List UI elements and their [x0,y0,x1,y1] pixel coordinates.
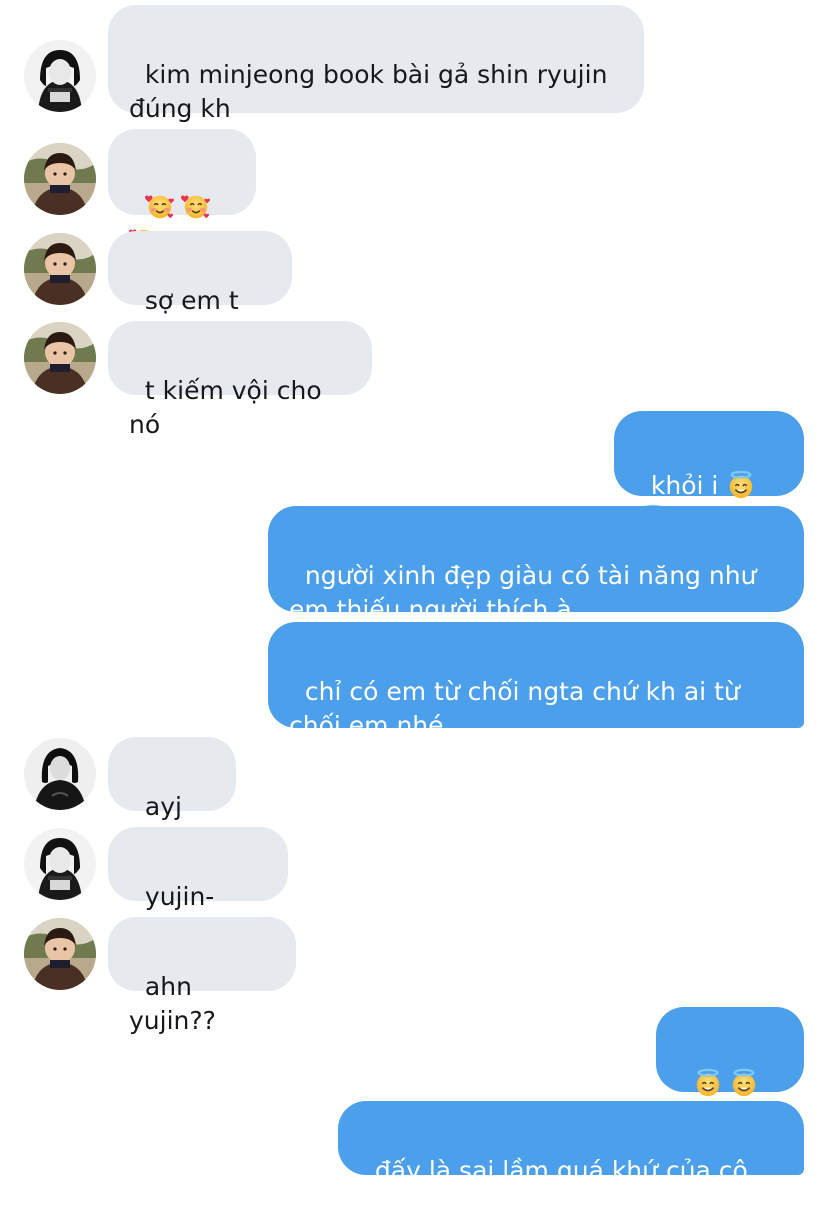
message-bubble-outgoing[interactable]: khỏi i [614,411,804,496]
smiling-face-with-halo-icon [693,1068,723,1098]
message-bubble-outgoing[interactable]: chỉ có em từ chối ngta chứ kh ai từ chối… [268,622,804,740]
profile-photo-icon [24,322,96,394]
avatar-sender-2[interactable] [24,918,96,990]
message-text: t kiếm vội cho nó [129,376,330,439]
message-bubble-incoming[interactable]: kim minjeong book bài gả shin ryujin đún… [108,5,644,123]
smiling-face-with-halo-icon [729,1068,759,1098]
message-bubble-incoming[interactable]: sợ em t luỵ [108,231,292,349]
avatar-sender-1[interactable] [24,828,96,900]
profile-photo-icon [24,918,96,990]
profile-photo-icon [24,738,96,810]
message-text: khỏi i [650,471,719,500]
avatar-sender-2[interactable] [24,322,96,394]
smiling-face-with-hearts-icon [145,191,175,221]
message-bubble-incoming[interactable]: ahn yujin?? [108,917,296,1035]
profile-photo-icon [24,828,96,900]
profile-photo-icon [24,143,96,215]
message-text: chỉ có em từ chối ngta chứ kh ai từ chối… [289,677,740,740]
avatar-sender-2[interactable] [24,233,96,305]
avatar-sender-1[interactable] [24,40,96,112]
smiling-face-with-hearts-icon [181,191,211,221]
profile-photo-icon [24,40,96,112]
avatar-sender-3[interactable] [24,738,96,810]
message-bubble-outgoing[interactable]: đấy là sai lầm quá khứ của cô ấy [338,1101,804,1219]
message-text: người xinh đẹp giàu có tài năng như em t… [289,561,757,624]
message-bubble-outgoing[interactable] [656,1007,804,1092]
message-text: đấy là sai lầm quá khứ của cô ấy [359,1156,756,1219]
smiling-face-with-halo-icon [726,470,756,500]
message-text: kim minjeong book bài gả shin ryujin đún… [129,60,608,123]
message-bubble-incoming[interactable] [108,129,256,215]
message-bubble-incoming[interactable]: t kiếm vội cho nó [108,321,372,439]
message-bubble-outgoing[interactable]: người xinh đẹp giàu có tài năng như em t… [268,506,804,624]
message-bubble-incoming[interactable]: ayj ??? [108,737,236,855]
avatar-sender-2[interactable] [24,143,96,215]
message-text: ahn yujin?? [129,972,216,1035]
message-bubble-incoming[interactable]: yujin-ssi?? [108,827,288,945]
profile-photo-icon [24,233,96,305]
